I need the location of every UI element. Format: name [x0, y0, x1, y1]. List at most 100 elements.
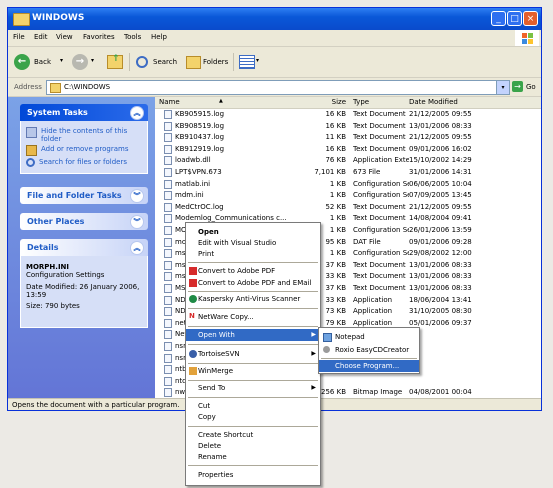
menu-label: Delete — [198, 442, 221, 450]
menu-favorites[interactable]: Favorites — [83, 33, 115, 41]
menu-copy[interactable]: Copy — [186, 411, 320, 423]
menu-open-with[interactable]: Open With ▶ — [186, 329, 320, 341]
table-row[interactable]: loadwb.dll 76 KB Application Extension15/1… — [155, 155, 541, 166]
address-input[interactable]: C:\WINDOWS ▾ — [46, 80, 510, 95]
menu-view[interactable]: View — [56, 33, 73, 41]
title-bar[interactable]: WINDOWS _ □ × — [8, 8, 541, 30]
menu-kaspersky[interactable]: Kaspersky Anti-Virus Scanner — [186, 293, 320, 305]
chevron-down-icon[interactable]: ▾ — [60, 57, 63, 64]
maximize-button[interactable]: □ — [507, 11, 522, 26]
file-folder-tasks-panel[interactable]: File and Folder Tasks ︾ — [20, 187, 148, 204]
file-icon — [164, 121, 172, 131]
hide-folder-contents-link[interactable]: Hide the contents of this folder — [26, 127, 142, 143]
other-places-header[interactable]: Other Places ︾ — [20, 213, 148, 230]
table-row[interactable]: KB908519.log 16 KB Text Document 13/01/2006… — [155, 121, 541, 132]
column-header-name[interactable]: Name ▲ — [155, 97, 314, 109]
menu-label: TortoiseSVN — [198, 350, 240, 358]
cell-name: matlab.ini — [175, 179, 211, 188]
menu-separator — [188, 308, 318, 309]
menu-separator — [188, 397, 318, 398]
menu-separator — [188, 465, 318, 466]
table-row[interactable]: mdm.ini 1 KB Configuration Settings07/09/2… — [155, 190, 541, 201]
collapse-icon[interactable]: ︽ — [130, 241, 144, 255]
menu-print[interactable]: Print — [186, 248, 320, 260]
search-button[interactable]: Search — [134, 52, 180, 72]
cell-date: 04/08/2001 00:04 — [409, 388, 472, 397]
cell-type: DAT File — [353, 237, 381, 246]
menu-edit[interactable]: Edit — [34, 33, 48, 41]
menu-help[interactable]: Help — [151, 33, 167, 41]
add-remove-programs-link[interactable]: Add or remove programs — [26, 145, 142, 156]
table-row[interactable]: MedCtrOC.log 52 KB Text Document 21/12/2005… — [155, 202, 541, 213]
address-label: Address — [14, 83, 42, 91]
file-folder-tasks-title: File and Folder Tasks — [27, 191, 122, 200]
menu-file[interactable]: File — [13, 33, 25, 41]
cell-type: Configuration Settings — [353, 191, 409, 200]
close-button[interactable]: × — [523, 11, 538, 26]
column-header-size[interactable]: Size — [313, 97, 350, 109]
chevron-down-icon[interactable]: ▾ — [496, 81, 509, 94]
table-row[interactable]: KB905915.log 16 KB Text Document 21/12/2005… — [155, 109, 541, 120]
views-button[interactable]: ▾ — [237, 52, 263, 72]
file-icon — [164, 202, 172, 212]
up-folder-button[interactable]: ↑ — [106, 52, 124, 72]
window-title: WINDOWS — [32, 13, 85, 23]
table-row[interactable]: KB910437.log 11 KB Text Document 21/12/2005… — [155, 132, 541, 143]
menu-label: Send To — [198, 384, 226, 392]
expand-icon[interactable]: ︾ — [130, 215, 144, 229]
file-icon — [164, 226, 172, 235]
menu-netware-copy[interactable]: N NetWare Copy... — [186, 311, 320, 323]
submenu-notepad[interactable]: Notepad — [319, 331, 419, 343]
expand-icon[interactable]: ︾ — [130, 189, 144, 203]
menu-separator — [188, 326, 318, 327]
collapse-icon[interactable]: ︽ — [130, 106, 144, 120]
menu-rename[interactable]: Rename — [186, 451, 320, 463]
submenu-roxio[interactable]: Roxio EasyCDCreator — [319, 344, 419, 356]
cell-size: 1 KB — [329, 191, 346, 200]
column-header-date[interactable]: Date Modified — [405, 97, 541, 109]
menu-convert-pdf-email[interactable]: Convert to Adobe PDF and EMail — [186, 277, 320, 289]
chevron-down-icon[interactable]: ▾ — [91, 57, 94, 64]
cell-type: Application — [353, 295, 393, 304]
menu-properties[interactable]: Properties — [186, 469, 320, 481]
forward-button[interactable]: → ▾ — [70, 52, 102, 72]
menu-tortoisesvn[interactable]: TortoiseSVN ▶ — [186, 348, 320, 360]
file-icon — [164, 353, 172, 363]
system-tasks-header[interactable]: System Tasks ︽ — [20, 104, 148, 121]
minimize-button[interactable]: _ — [491, 11, 506, 26]
details-body: MORPH.INI Configuration Settings Date Mo… — [20, 256, 148, 328]
netware-icon: N — [189, 312, 195, 320]
menu-convert-pdf[interactable]: Convert to Adobe PDF — [186, 265, 320, 277]
table-row[interactable]: matlab.ini 1 KB Configuration Settings06/0… — [155, 179, 541, 190]
go-button[interactable]: → Go — [512, 80, 541, 94]
back-button[interactable]: ← Back ▾ — [12, 52, 70, 72]
cell-type: Text Document — [353, 284, 406, 292]
table-row[interactable]: KB912919.log 16 KB Text Document 09/01/2006… — [155, 144, 541, 155]
winmerge-icon — [189, 367, 197, 375]
cell-name: loadwb.dll — [175, 156, 211, 165]
table-row[interactable]: LPT$VPN.673 7,101 KB 673 File 31/01/2006 14… — [155, 167, 541, 178]
file-icon — [164, 110, 172, 119]
search-files-link[interactable]: Search for files or folders — [26, 158, 142, 167]
menu-separator — [188, 344, 318, 345]
menu-tools[interactable]: Tools — [124, 33, 141, 41]
menu-label: Open With — [198, 331, 235, 339]
pdf-icon — [189, 279, 197, 287]
file-icon — [164, 168, 172, 177]
submenu-choose-program[interactable]: Choose Program... — [319, 360, 419, 372]
folders-button[interactable]: Folders — [184, 52, 230, 72]
other-places-panel[interactable]: Other Places ︾ — [20, 213, 148, 230]
menu-winmerge[interactable]: WinMerge — [186, 365, 320, 377]
column-header-type[interactable]: Type — [349, 97, 406, 109]
file-icon — [164, 191, 172, 201]
tortoisesvn-icon — [189, 350, 197, 358]
menu-label: Edit with Visual Studio — [198, 239, 277, 247]
cell-date: 21/12/2005 09:55 — [409, 110, 472, 118]
file-folder-tasks-header[interactable]: File and Folder Tasks ︾ — [20, 187, 148, 204]
menu-send-to[interactable]: Send To ▶ — [186, 382, 320, 394]
details-header[interactable]: Details ︽ — [20, 239, 148, 256]
search-icon — [26, 158, 35, 167]
cell-type: Text Document — [353, 214, 406, 223]
cell-date: 13/01/2006 08:33 — [409, 272, 472, 281]
cell-type: 673 File — [353, 168, 381, 176]
